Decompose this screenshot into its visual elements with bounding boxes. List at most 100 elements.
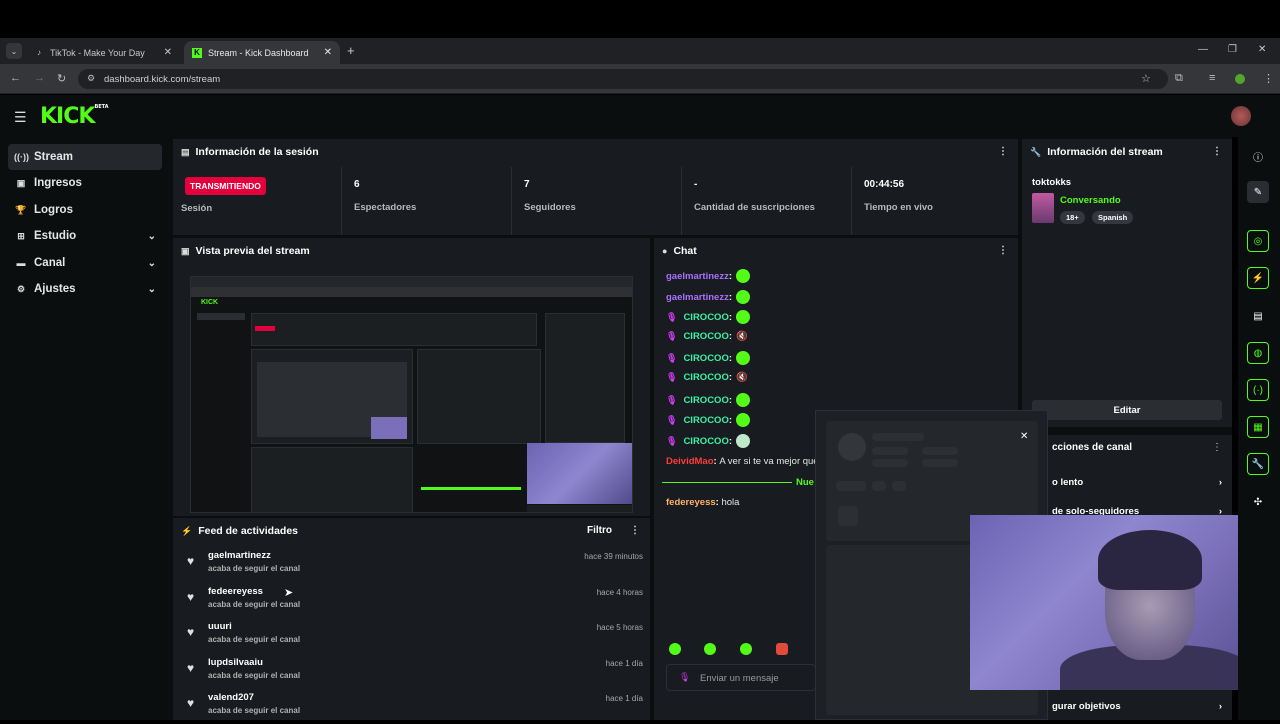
sidebar-item-label: Logros — [34, 204, 73, 216]
emote-icon[interactable] — [740, 643, 752, 655]
session-status: TRANSMITIENDO Sesión — [173, 167, 341, 235]
kick-header — [0, 95, 1280, 137]
close-icon[interactable]: ✕ — [324, 47, 332, 58]
chat-username[interactable]: gaelmartinezz — [666, 271, 729, 282]
emote-icon[interactable] — [669, 643, 681, 655]
wallet-icon: ▣ — [16, 177, 26, 188]
feed-action: acaba de seguir el canal — [208, 635, 301, 644]
stat-live-time: 00:44:56 Tiempo en vivo — [851, 167, 1018, 235]
forward-icon[interactable]: → — [34, 72, 45, 84]
feed-panel-header: ⚡ Feed de actividades Filtro ⋮ — [173, 518, 650, 544]
url-input[interactable]: ⚙ dashboard.kick.com/stream — [78, 69, 1168, 89]
chevron-right-icon: › — [1218, 477, 1222, 488]
stream-title: toktokks — [1032, 177, 1072, 188]
profile-icon[interactable] — [1235, 74, 1245, 84]
layout-icon[interactable]: ▦ — [1247, 416, 1269, 438]
tab-tiktok[interactable]: ♪ TikTok - Make Your Day ✕ — [26, 41, 180, 64]
mic-badge-icon: 🎙 — [666, 372, 678, 382]
sidebar-item-label: Estudio — [34, 230, 77, 242]
mic-icon: 🎙 — [679, 672, 691, 682]
more-options-icon[interactable]: ⋮ — [998, 146, 1008, 157]
back-icon[interactable]: ← — [10, 72, 21, 84]
tag-badge[interactable]: 18+ — [1060, 211, 1085, 224]
feed-username[interactable]: lupdsilvaaiu — [208, 657, 263, 668]
chat-username[interactable]: CIROCOO — [683, 415, 728, 426]
preview-panel-header: ▣ Vista previa del stream — [173, 238, 650, 264]
stat-label: Cantidad de suscripciones — [694, 202, 815, 213]
maximize-icon[interactable]: ❐ — [1228, 44, 1237, 55]
heart-icon: ♥ — [187, 590, 195, 604]
chat-username[interactable]: CIROCOO — [683, 395, 728, 406]
more-options-icon[interactable]: ⋮ — [630, 525, 640, 536]
feed-username[interactable]: gaelmartinezz — [208, 550, 271, 561]
chat-username[interactable]: CIROCOO — [683, 353, 728, 364]
chat-username[interactable]: CIROCOO — [683, 331, 728, 342]
bookmark-star-icon[interactable]: ☆ — [1141, 72, 1151, 85]
tag-badge[interactable]: Spanish — [1092, 211, 1134, 224]
chat-username[interactable]: federeyess — [666, 497, 716, 508]
emote-icon[interactable] — [776, 643, 788, 655]
broadcast-icon[interactable]: (·) — [1247, 379, 1269, 401]
window-close-icon[interactable]: ✕ — [1258, 44, 1266, 55]
filter-button[interactable]: Filtro — [587, 525, 612, 536]
sidebar-item-ingresos[interactable]: ▣ Ingresos — [8, 170, 162, 196]
action-goals[interactable]: gurar objetivos › — [1052, 701, 1222, 712]
minimize-icon[interactable]: — — [1198, 44, 1208, 55]
close-icon[interactable]: ✕ — [164, 47, 172, 58]
edit-button[interactable]: Editar — [1032, 400, 1222, 420]
status-badge: TRANSMITIENDO — [185, 177, 266, 195]
feed-username[interactable]: uuuri — [208, 621, 232, 632]
media-icon[interactable]: ≡ — [1209, 72, 1215, 84]
bolt-icon[interactable]: ⚡ — [1247, 267, 1269, 289]
stat-value: 6 — [354, 179, 360, 190]
sidebar-item-estudio[interactable]: ⊞ Estudio ⌄ — [8, 223, 162, 249]
chat-username[interactable]: gaelmartinezz — [666, 292, 729, 303]
emote-icon[interactable] — [704, 643, 716, 655]
tab-kick-dashboard[interactable]: K Stream - Kick Dashboard ✕ — [184, 41, 340, 64]
action-slow-mode[interactable]: o lento › — [1052, 477, 1222, 488]
sidebar-item-stream[interactable]: ((·)) Stream — [8, 144, 162, 170]
tab-title: Stream - Kick Dashboard — [208, 47, 309, 58]
site-info-icon[interactable]: ⚙ — [87, 73, 95, 84]
menu-icon[interactable]: ⋮ — [1263, 72, 1274, 85]
chat-username[interactable]: CIROCOO — [683, 372, 728, 383]
mute-emote-icon: 🔇 — [736, 331, 748, 342]
more-options-icon[interactable]: ⋮ — [1212, 146, 1222, 157]
chat-username[interactable]: DeividMao — [666, 456, 714, 467]
more-options-icon[interactable]: ⋮ — [998, 245, 1008, 256]
feed-username[interactable]: valend207 — [208, 692, 254, 703]
chevron-down-icon: ⌄ — [147, 283, 156, 295]
stream-preview-video[interactable]: KICK — [190, 276, 633, 513]
chevron-right-icon: › — [1218, 701, 1222, 712]
sidebar-item-canal[interactable]: ▬ Canal ⌄ — [8, 250, 162, 276]
puzzle-icon[interactable]: ✣ — [1247, 491, 1269, 513]
sidebar-item-logros[interactable]: 🏆 Logros — [8, 197, 162, 223]
target-icon[interactable]: ◎ — [1247, 230, 1269, 252]
chat-username[interactable]: CIROCOO — [683, 312, 728, 323]
pencil-icon[interactable]: ✎ — [1247, 181, 1269, 203]
extensions-icon[interactable]: ⧉ — [1175, 72, 1183, 85]
video-icon: ▣ — [181, 245, 190, 256]
reload-icon[interactable]: ↻ — [57, 72, 66, 85]
sidebar-item-ajustes[interactable]: ⚙ Ajustes ⌄ — [8, 276, 162, 302]
chat-icon[interactable]: ◍ — [1247, 342, 1269, 364]
mic-badge-icon: 🎙 — [666, 331, 678, 341]
mic-badge-icon: 🎙 — [666, 394, 678, 405]
avatar[interactable] — [1231, 106, 1251, 126]
hamburger-menu-icon[interactable]: ☰ — [14, 109, 27, 126]
info-icon[interactable]: ⓘ — [1247, 145, 1269, 167]
tab-search-icon[interactable]: ⌄ — [6, 43, 22, 59]
chat-input[interactable]: 🎙 Enviar un mensaje — [666, 664, 816, 691]
wrench-icon[interactable]: 🔧 — [1247, 453, 1269, 475]
chat-message: gaelmartinezz: — [666, 269, 750, 283]
more-options-icon[interactable]: ⋮ — [1212, 442, 1222, 453]
heart-icon: ♥ — [187, 661, 195, 675]
document-icon[interactable]: ▤ — [1247, 305, 1269, 327]
category-link[interactable]: Conversando — [1060, 195, 1121, 206]
close-icon[interactable]: ✕ — [1020, 431, 1028, 442]
feed-username[interactable]: fedeereyess — [208, 586, 263, 597]
new-tab-icon[interactable]: + — [347, 43, 355, 58]
stat-subscriptions: - Cantidad de suscripciones — [681, 167, 851, 235]
kick-logo[interactable]: KICKBETA — [40, 104, 109, 129]
chat-username[interactable]: CIROCOO — [683, 436, 728, 447]
